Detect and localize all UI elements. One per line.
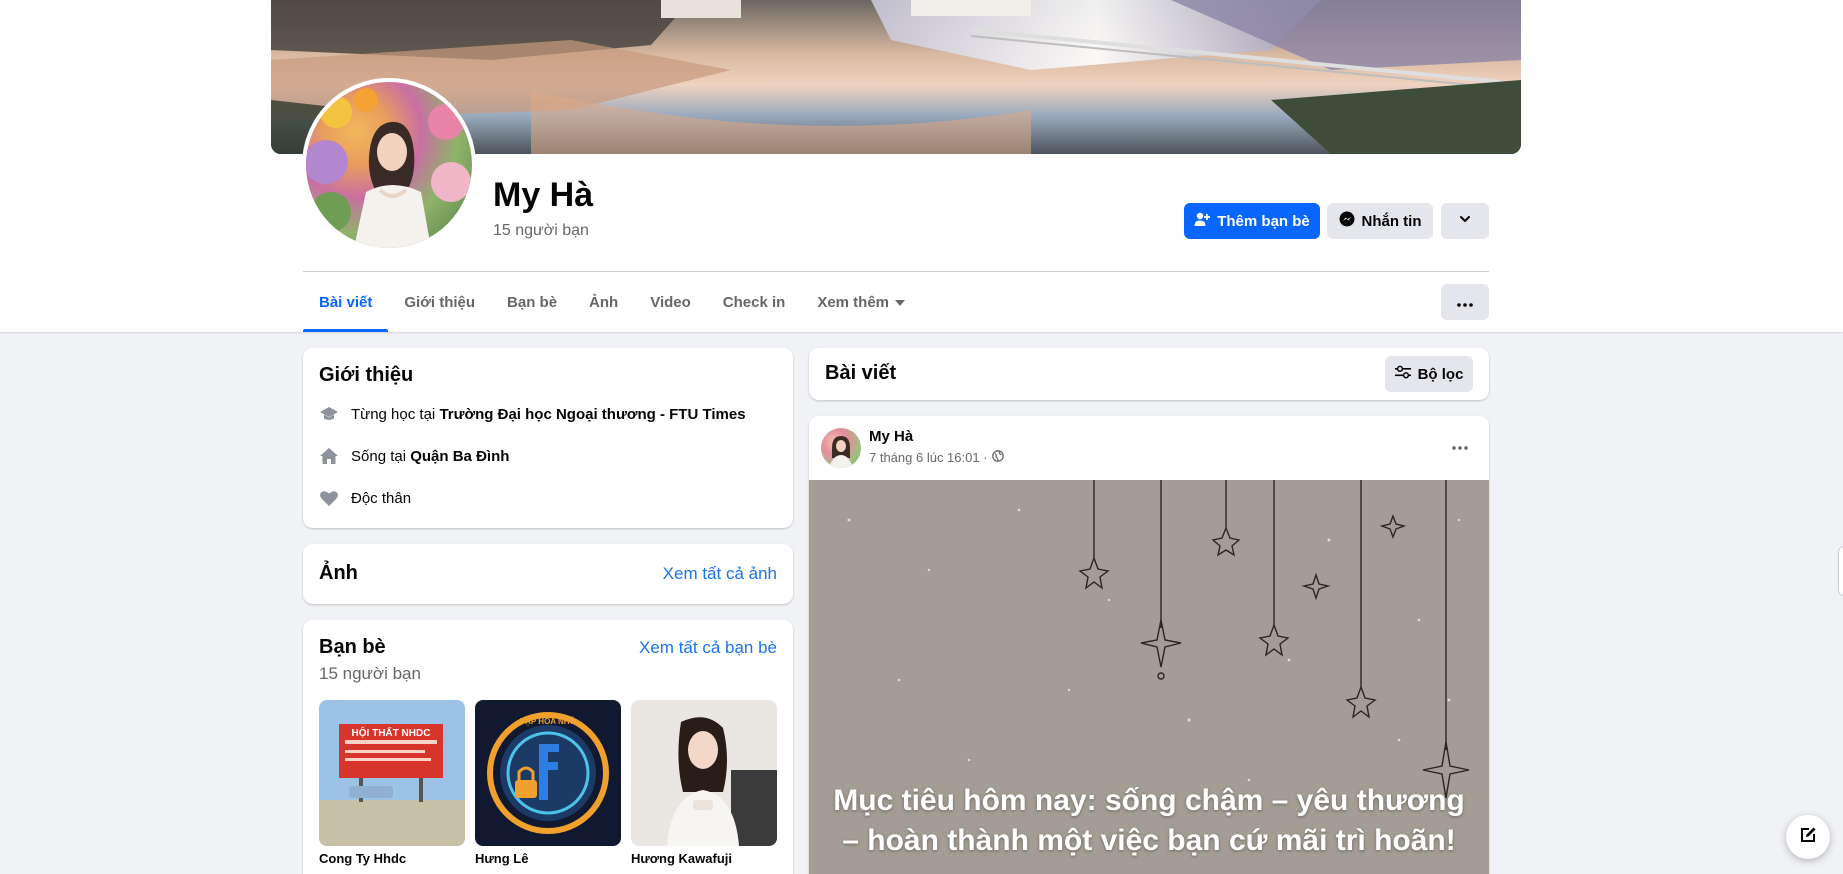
posts-title: Bài viết [825, 362, 897, 384]
lives-value[interactable]: Quận Ba Đình [410, 448, 509, 465]
tab-posts[interactable]: Bài viết [303, 272, 389, 332]
friend-tile[interactable]: Hương Kawafuji [631, 700, 777, 866]
message-label: Nhắn tin [1361, 212, 1422, 230]
friends-title: Bạn bè [319, 636, 386, 658]
message-button[interactable]: Nhắn tin [1327, 203, 1433, 239]
tab-video[interactable]: Video [634, 272, 707, 332]
post-image[interactable]: Mục tiêu hôm nay: sống chậm – yêu thương… [809, 480, 1489, 874]
see-all-friends-link[interactable]: Xem tất cả bạn bè [639, 638, 777, 658]
side-panel-handle[interactable] [1838, 546, 1843, 596]
see-all-photos-link[interactable]: Xem tất cả ảnh [663, 564, 777, 584]
friend-photo[interactable] [631, 700, 777, 846]
photos-card: Ảnh Xem tất cả ảnh [303, 544, 793, 604]
tab-see-more[interactable]: Xem thêm [801, 272, 921, 332]
profile-tabs: Bài viết Giới thiệu Bạn bè Ảnh Video Che… [303, 272, 921, 332]
caret-down-icon [895, 300, 906, 306]
filter-button[interactable]: Bộ lọc [1385, 356, 1473, 392]
friend-photo[interactable]: TẬP HỒA NHỎ [475, 700, 621, 846]
tab-photos[interactable]: Ảnh [573, 272, 634, 332]
friend-name[interactable]: Hưng Lê [475, 851, 621, 866]
add-friend-label: Thêm bạn bè [1217, 212, 1310, 230]
tab-see-more-label: Xem thêm [817, 293, 890, 311]
post-meta: 7 tháng 6 lúc 16:01 · [869, 450, 1004, 465]
intro-lives: Sống tại Quận Ba Đình [319, 446, 509, 466]
add-friend-button[interactable]: Thêm bạn bè [1184, 203, 1320, 239]
profile-header: My Hà 15 người bạn Thêm bạn bè Nhắn tin … [0, 0, 1843, 332]
more-dots-icon [1452, 437, 1468, 455]
post-author-avatar[interactable] [821, 428, 861, 468]
friends-card: Bạn bè Xem tất cả bạn bè 15 người bạn HỘ… [303, 620, 793, 874]
tab-about[interactable]: Giới thiệu [388, 272, 491, 332]
avatar-photo [306, 82, 472, 248]
profile-more-button[interactable] [1441, 203, 1489, 239]
intro-relationship: Độc thân [319, 488, 411, 508]
profile-name: My Hà [493, 176, 594, 214]
add-friend-icon [1194, 211, 1211, 231]
graduation-cap-icon [319, 404, 339, 424]
post-quote: Mục tiêu hôm nay: sống chậm – yêu thương… [833, 784, 1465, 857]
tab-friends[interactable]: Bạn bè [491, 272, 573, 332]
post-time[interactable]: 7 tháng 6 lúc 16:01 · [869, 450, 988, 465]
post-options-button[interactable] [1445, 434, 1475, 458]
more-dots-icon [1457, 294, 1473, 311]
friend-name[interactable]: Cong Ty Hhdc [319, 851, 465, 866]
home-icon [319, 446, 339, 466]
filter-label: Bộ lọc [1417, 365, 1464, 383]
friend-photo[interactable]: HỘI THẤT NHDC [319, 700, 465, 846]
lives-prefix: Sống tại [351, 447, 407, 465]
globe-icon[interactable] [991, 450, 1004, 465]
profile-avatar[interactable] [302, 78, 476, 252]
education-value[interactable]: Trường Đại học Ngoại thương - FTU Times [439, 406, 745, 423]
friend-sign-text: HỘI THẤT NHDC [352, 726, 431, 739]
filter-icon [1394, 365, 1411, 383]
friend-logo-text: TẬP HỒA NHỎ [520, 716, 576, 726]
tab-check-in[interactable]: Check in [707, 272, 802, 332]
relationship-text: Độc thân [351, 489, 412, 507]
compose-icon [1798, 825, 1818, 850]
education-prefix: Từng học tại [351, 405, 436, 423]
intro-title: Giới thiệu [319, 364, 414, 386]
posts-header-card: Bài viết Bộ lọc [809, 348, 1489, 400]
post-card: My Hà 7 tháng 6 lúc 16:01 · Mục tiêu hôm… [809, 416, 1489, 874]
friend-name[interactable]: Hương Kawafuji [631, 851, 777, 866]
profile-friend-count[interactable]: 15 người bạn [493, 222, 589, 240]
photos-title: Ảnh [319, 562, 358, 584]
intro-education-text: Từng học tại Trường Đại học Ngoại thương… [351, 406, 746, 423]
compose-button[interactable] [1786, 815, 1830, 859]
intro-card: Giới thiệu Từng học tại Trường Đại học N… [303, 348, 793, 528]
friend-tile[interactable]: HỘI THẤT NHDC Cong Ty Hhdc [319, 700, 465, 866]
intro-lives-text: Sống tại Quận Ba Đình [351, 448, 509, 465]
chevron-down-icon [1458, 212, 1472, 230]
friend-tile[interactable]: TẬP HỒA NHỎ Hưng Lê [475, 700, 621, 866]
messenger-icon [1339, 211, 1355, 231]
friends-count: 15 người bạn [319, 664, 421, 683]
intro-education: Từng học tại Trường Đại học Ngoại thương… [319, 404, 746, 424]
heart-icon [319, 488, 339, 508]
tabs-more-button[interactable] [1441, 284, 1489, 320]
post-author-name[interactable]: My Hà [869, 428, 913, 445]
